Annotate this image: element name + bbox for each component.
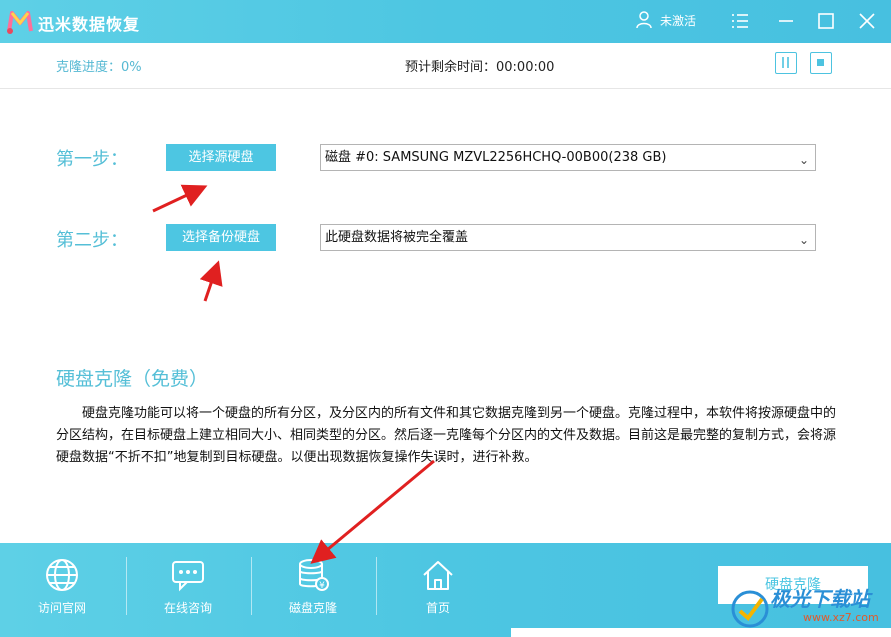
source-disk-value: 磁盘 #0: SAMSUNG MZVL2256HCHQ-00B00(238 GB… (325, 150, 667, 165)
nav-home[interactable]: 首页 (376, 543, 500, 637)
svg-text:¥: ¥ (319, 581, 325, 591)
close-icon[interactable] (857, 11, 877, 31)
section-description: 硬盘克隆功能可以将一个硬盘的所有分区，及分区内的所有文件和其它数据克隆到另一个硬… (56, 406, 837, 465)
annotation-arrows (152, 184, 435, 564)
arrow-to-backup-button (199, 260, 223, 302)
title-bar: 迅米数据恢复 未激活 (0, 0, 891, 43)
globe-icon (46, 559, 78, 591)
pause-button[interactable] (775, 52, 797, 74)
select-backup-disk-button[interactable]: 选择备份硬盘 (166, 224, 276, 251)
disk-clone-icon: ¥ (299, 559, 329, 591)
user-icon (636, 11, 652, 29)
section-title: 硬盘克隆（免费） (56, 368, 209, 390)
nav-online-consult[interactable]: 在线咨询 (126, 543, 250, 637)
step2-label: 第二步： (56, 230, 128, 251)
chevron-down-icon: ⌄ (798, 233, 809, 247)
nav-label: 在线咨询 (163, 601, 212, 615)
minimize-icon[interactable] (776, 11, 796, 31)
pause-icon (782, 57, 789, 68)
nav-disk-clone[interactable]: ¥ 磁盘克隆 (251, 543, 375, 637)
stop-icon (817, 59, 824, 66)
home-icon (423, 561, 453, 590)
maximize-icon[interactable] (816, 11, 836, 31)
watermark-name: 极光下载站 (770, 587, 870, 611)
watermark-url: www.xz7.com (803, 611, 879, 624)
nav-visit-website[interactable]: 访问官网 (0, 543, 124, 637)
nav-label: 磁盘克隆 (288, 601, 337, 615)
app-title: 迅米数据恢复 (38, 15, 141, 34)
nav-label: 访问官网 (37, 601, 86, 615)
chat-icon (172, 561, 204, 592)
account-status-label: 未激活 (660, 13, 697, 28)
stop-button[interactable] (810, 52, 832, 74)
progress-bar-area: 克隆进度：0% 预计剩余时间：00:00:00 (0, 43, 891, 89)
backup-disk-value: 此硬盘数据将被完全覆盖 (325, 230, 469, 245)
app-logo-icon (7, 11, 33, 34)
arrow-to-source-button (152, 184, 208, 213)
backup-disk-select[interactable]: 此硬盘数据将被完全覆盖 ⌄ (320, 224, 816, 251)
select-source-disk-button[interactable]: 选择源硬盘 (166, 144, 276, 171)
clone-progress: 克隆进度：0% (56, 60, 142, 75)
menu-icon[interactable] (730, 11, 750, 31)
nav-label: 首页 (425, 601, 450, 615)
remaining-time: 预计剩余时间：00:00:00 (405, 60, 555, 75)
source-disk-select[interactable]: 磁盘 #0: SAMSUNG MZVL2256HCHQ-00B00(238 GB… (320, 144, 816, 171)
account-status[interactable]: 未激活 (636, 11, 696, 29)
chevron-down-icon: ⌄ (798, 153, 809, 167)
step1-label: 第一步： (56, 149, 128, 170)
